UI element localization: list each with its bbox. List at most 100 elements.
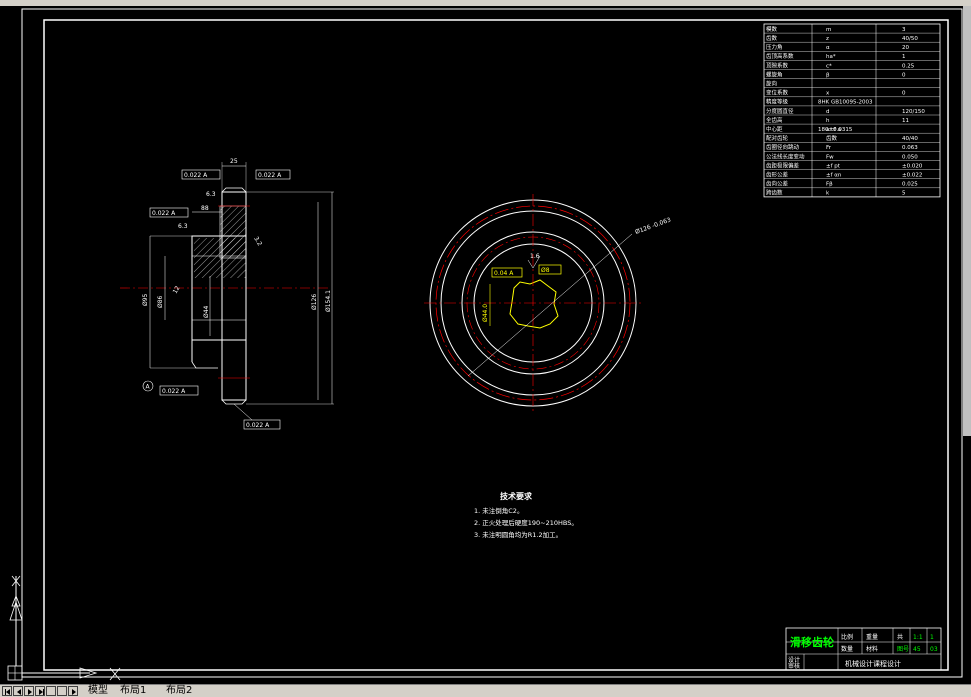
tb-material-label: 材料 xyxy=(866,645,878,653)
param-value: 40/50 xyxy=(902,36,918,42)
param-value: 1 xyxy=(902,54,906,60)
param-value: 40/40 xyxy=(902,136,918,142)
dim-text-keyway: Ø86 xyxy=(157,295,164,308)
tab-nav-extra-1[interactable] xyxy=(46,686,56,696)
param-value: ±0.020 xyxy=(902,163,923,169)
tb-sheet-label: 共 xyxy=(897,633,903,641)
drawing-canvas: 模数 m 3 齿数 z 40/50 压力角 α 20 齿顶高系数 ha* 1 顶隙系数 c* 0.25 螺旋角… xyxy=(7,8,963,681)
param-name: 齿圈径向跳动 xyxy=(766,143,800,151)
hub-chamfer-bottom xyxy=(191,361,218,369)
tab-model[interactable]: 模型 xyxy=(88,685,108,697)
param-value: 120/150 xyxy=(902,109,925,115)
param-name: 旋向 xyxy=(766,80,777,88)
section-hatch-hub xyxy=(194,238,246,278)
dim-text-tip: Ø126 xyxy=(311,294,318,310)
param-name: 模数 xyxy=(766,25,778,33)
tol-text-top-right: 0.022 A xyxy=(258,172,282,179)
technical-requirements: 技术要求 1. 未注倒角C2。 2. 正火处理后硬度190~210HBS。 3.… xyxy=(474,491,578,539)
param-symbol: m xyxy=(826,27,831,33)
param-name: 变位系数 xyxy=(766,89,789,97)
dim-text-chamfer2: 6.3 xyxy=(178,223,188,230)
param-value: ±0.022 xyxy=(902,173,922,179)
layout-tab-bar: 模型 布局1 布局2 xyxy=(0,684,971,697)
tb-drawno-value: 03 xyxy=(930,646,938,653)
leader-bottom xyxy=(233,403,253,421)
tb-scale-label: 比例 xyxy=(841,633,853,641)
param-symbol: β xyxy=(826,72,830,78)
dim-text-front-bore: Ø44.0 xyxy=(482,304,489,322)
tb-qty: 1 xyxy=(930,634,934,641)
tech-req-item-2: 2. 正火处理后硬度190~210HBS。 xyxy=(474,518,578,527)
vertical-scrollbar[interactable] xyxy=(963,6,971,436)
tb-drawing-no-label: 图号 xyxy=(897,646,909,653)
param-name: 跨齿数 xyxy=(766,189,783,197)
dim-text-outer: Ø154.1 xyxy=(325,290,332,312)
param-value: 180±0.0315 xyxy=(818,127,853,133)
first-tab-button[interactable] xyxy=(2,686,12,696)
tab-layout2[interactable]: 布局2 xyxy=(166,685,192,697)
dim-text-bore: Ø95 xyxy=(142,293,149,306)
tol-text-bottom-left: 0.022 A xyxy=(162,388,186,395)
dim-text-front-tip: Ø126 -0.063 xyxy=(634,216,672,235)
dim-text-width: 25 xyxy=(230,158,238,165)
tol-text-top-left: 0.022 A xyxy=(184,172,208,179)
last-tab-button[interactable] xyxy=(35,686,45,696)
drawing-frame xyxy=(43,19,949,671)
param-value: 0 xyxy=(902,91,906,97)
param-value: 0.050 xyxy=(902,154,918,160)
param-symbol: α xyxy=(826,45,830,51)
tab-layout1[interactable]: 布局1 xyxy=(120,685,146,697)
param-value: 3 xyxy=(902,27,906,33)
next-tab-button[interactable] xyxy=(24,686,34,696)
dim-text-inner: Ø44 xyxy=(203,305,210,318)
param-symbol: d xyxy=(826,109,830,115)
param-name: 配对齿轮 xyxy=(766,134,789,142)
chamfer-top xyxy=(221,187,247,193)
param-name: 顶隙系数 xyxy=(766,61,789,69)
param-name: 齿顶高系数 xyxy=(766,52,794,60)
side-section-view: 0.022 A 0.022 A 0.022 A 0.022 A 0.022 A … xyxy=(120,158,334,430)
paper-edge xyxy=(21,8,963,678)
dim-text-spline: Ø8 xyxy=(541,267,550,274)
tab-nav-extra-2[interactable] xyxy=(57,686,67,696)
tb-weight-label: 重量 xyxy=(866,633,878,641)
param-symbol: z xyxy=(826,36,829,42)
param-value: 0.25 xyxy=(902,63,915,69)
prev-tab-button[interactable] xyxy=(13,686,23,696)
tb-scale: 1:1 xyxy=(913,634,923,641)
param-value: 11 xyxy=(902,118,909,124)
param-name: 齿形公差 xyxy=(766,171,789,179)
tb-check-label: 审核 xyxy=(788,662,800,670)
param-symbol: k xyxy=(826,191,830,197)
param-value: 20 xyxy=(902,45,909,51)
param-name: 中心距 xyxy=(766,125,783,133)
tb-mat-value: 45 xyxy=(913,646,921,653)
tb-school: 机械设计课程设计 xyxy=(845,659,901,668)
tech-req-title: 技术要求 xyxy=(500,491,533,501)
param-symbol: ha* xyxy=(826,54,836,60)
param-name: 压力角 xyxy=(766,43,783,51)
tol-text-left-mid: 0.022 A xyxy=(152,210,176,217)
tol-text-bottom: 0.022 A xyxy=(246,422,270,429)
param-symbol: ±f αn xyxy=(826,173,842,179)
param-value: 5 xyxy=(902,191,906,197)
leader-tip-dia xyxy=(467,233,633,377)
param-symbol: h xyxy=(826,118,830,124)
tol-text-front: 0.04 A xyxy=(494,270,514,277)
tb-qty-label: 数量 xyxy=(841,645,853,653)
part-name: 滑移齿轮 xyxy=(790,635,834,649)
front-circular-view: Ø126 -0.063 0.04 A Ø8 1.6 Ø44.0 xyxy=(424,194,672,412)
param-value: 0 xyxy=(902,72,906,78)
drawing-viewport[interactable]: 模数 m 3 齿数 z 40/50 压力角 α 20 齿顶高系数 ha* 1 顶隙系数 c* 0.25 螺旋角… xyxy=(0,6,971,686)
param-name: 齿向公差 xyxy=(766,180,789,188)
chamfer-bottom xyxy=(221,399,247,405)
dim-text-surface2: 12 xyxy=(172,285,182,295)
dim-text-hub: 88 xyxy=(201,205,209,212)
param-symbol: c* xyxy=(826,63,832,69)
param-symbol: Fw xyxy=(826,154,834,160)
dim-text-surface: 3.2 xyxy=(252,236,263,248)
param-name: 齿数 xyxy=(766,34,778,42)
param-symbol: Fβ xyxy=(826,182,833,188)
tab-nav-extra-3[interactable] xyxy=(68,686,78,696)
param-value: 0.025 xyxy=(902,182,918,188)
